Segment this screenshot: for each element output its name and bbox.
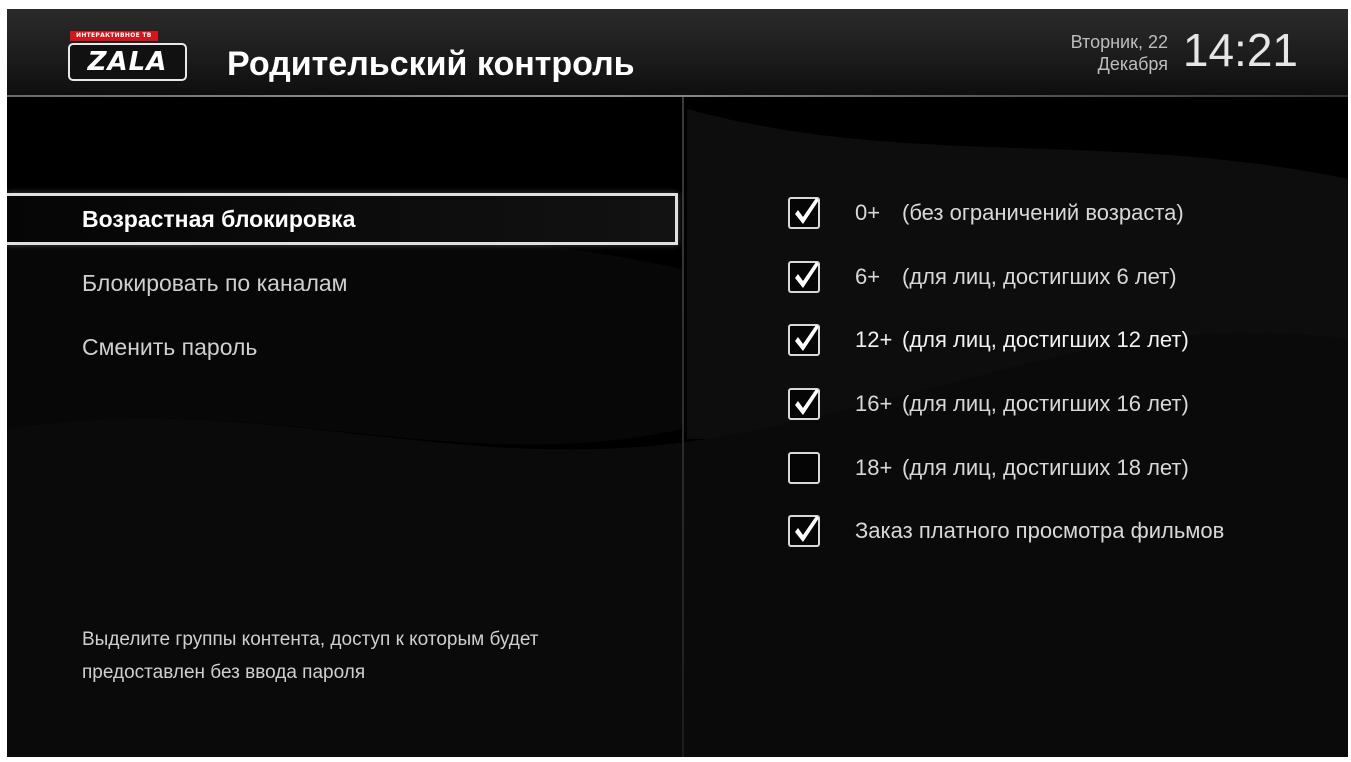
option-age-18[interactable]: 18+ (для лиц, достигших 18 лет) bbox=[788, 448, 1189, 488]
checkbox-checked[interactable] bbox=[788, 197, 820, 229]
checkbox-checked[interactable] bbox=[788, 324, 820, 356]
option-desc: (для лиц, достигших 12 лет) bbox=[902, 327, 1189, 352]
menu-item-channel-lock[interactable]: Блокировать по каналам bbox=[7, 257, 678, 309]
checkmark-icon bbox=[795, 198, 819, 224]
option-desc: (для лиц, достигших 16 лет) bbox=[902, 391, 1189, 416]
option-age: 18+ bbox=[855, 455, 893, 480]
checkmark-icon bbox=[795, 262, 819, 288]
option-age: 16+ bbox=[855, 391, 893, 416]
option-age-16[interactable]: 16+ (для лиц, достигших 16 лет) bbox=[788, 384, 1189, 424]
logo-tagline: ИНТЕРАКТИВНОЕ ТВ bbox=[70, 31, 158, 41]
date-display: Вторник, 22 Декабря bbox=[1071, 31, 1168, 75]
page-title: Родительский контроль bbox=[227, 45, 635, 83]
option-paid-movies[interactable]: Заказ платного просмотра фильмов bbox=[788, 511, 1224, 551]
option-desc: (для лиц, достигших 6 лет) bbox=[902, 264, 1177, 289]
menu-item-label: Возрастная блокировка bbox=[82, 205, 356, 232]
panel-divider bbox=[682, 97, 684, 757]
option-age: 12+ bbox=[855, 327, 893, 352]
option-label: Заказ платного просмотра фильмов bbox=[855, 518, 1225, 543]
menu-item-label: Сменить пароль bbox=[82, 333, 258, 360]
option-desc: (для лиц, достигших 18 лет) bbox=[902, 455, 1189, 480]
header-divider bbox=[7, 95, 1348, 97]
checkbox-unchecked[interactable] bbox=[788, 452, 820, 484]
logo-text: ZALA bbox=[87, 47, 168, 77]
checkbox-checked[interactable] bbox=[788, 261, 820, 293]
checkmark-icon bbox=[795, 389, 819, 415]
menu-item-label: Блокировать по каналам bbox=[82, 269, 348, 296]
checkbox-checked[interactable] bbox=[788, 515, 820, 547]
logo-plate: ZALA bbox=[68, 43, 187, 81]
option-age-0[interactable]: 0+ (без ограничений возраста) bbox=[788, 193, 1184, 233]
tv-screen: ИНТЕРАКТИВНОЕ ТВ ZALA Родительский контр… bbox=[7, 9, 1348, 757]
checkmark-icon bbox=[795, 325, 819, 351]
hint-text: Выделите группы контента, доступ к котор… bbox=[82, 629, 539, 683]
option-age: 0+ bbox=[855, 200, 881, 225]
checkbox-checked[interactable] bbox=[788, 388, 820, 420]
menu-item-change-password[interactable]: Сменить пароль bbox=[7, 321, 678, 373]
option-age-12[interactable]: 12+ (для лиц, достигших 12 лет) bbox=[788, 320, 1189, 360]
option-age-6[interactable]: 6+ (для лиц, достигших 6 лет) bbox=[788, 257, 1177, 297]
clock: 14:21 bbox=[1182, 24, 1298, 76]
zala-logo: ИНТЕРАКТИВНОЕ ТВ ZALA bbox=[68, 31, 189, 83]
checkmark-icon bbox=[795, 516, 819, 542]
option-age: 6+ bbox=[855, 264, 881, 289]
option-desc: (без ограничений возраста) bbox=[902, 200, 1184, 225]
date-month: Декабря bbox=[1097, 54, 1168, 74]
date-weekday: Вторник, 22 bbox=[1070, 32, 1168, 52]
menu-item-age-lock[interactable]: Возрастная блокировка bbox=[7, 193, 678, 245]
